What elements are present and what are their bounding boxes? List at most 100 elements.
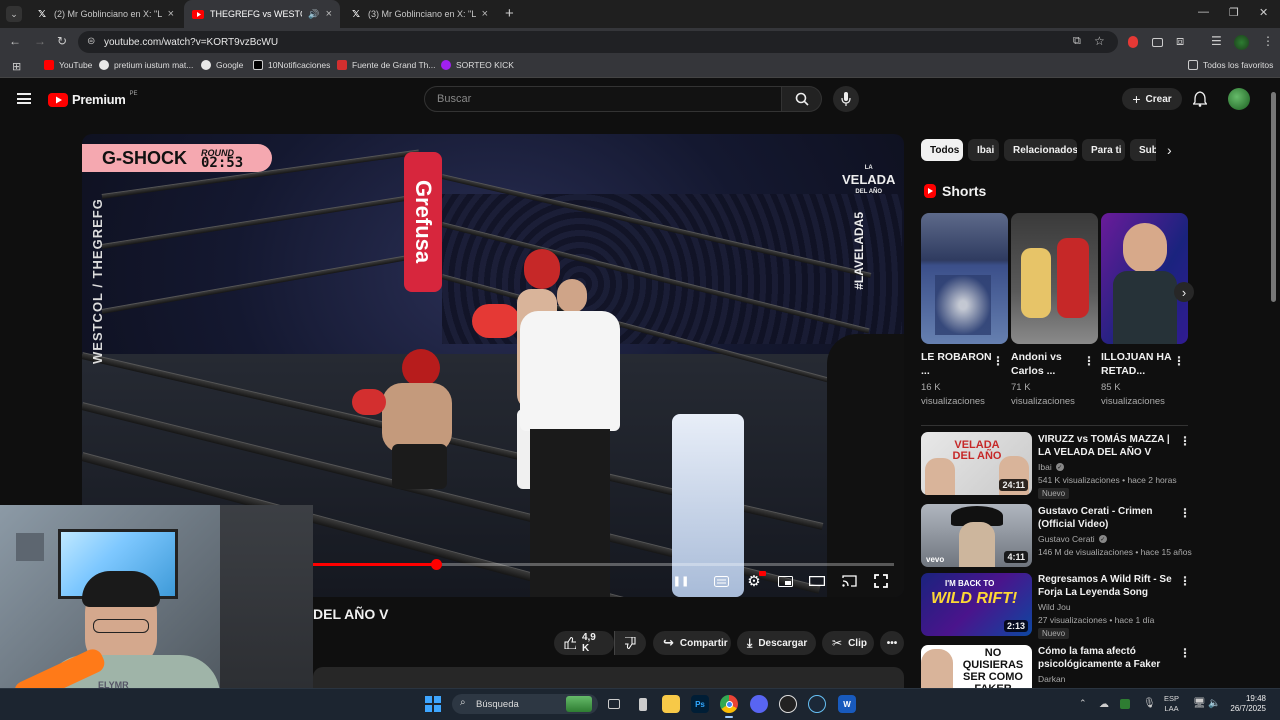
like-button[interactable]: 4,9 K (554, 631, 614, 655)
back-icon[interactable]: ← (9, 34, 21, 48)
video-menu-icon[interactable]: ⋮ (1179, 646, 1191, 660)
forward-icon[interactable]: → (34, 34, 46, 48)
bookmark-pretium[interactable]: pretium iustum mat... (99, 60, 193, 70)
short-thumbnail[interactable] (1011, 213, 1098, 344)
pause-icon[interactable]: ❚❚ (672, 573, 690, 589)
theater-mode-icon[interactable] (808, 573, 826, 589)
bookmark-sorteo-kick[interactable]: SORTEO KICK (441, 60, 514, 70)
voice-search-button[interactable] (833, 86, 859, 112)
subtitles-icon[interactable] (712, 573, 730, 589)
shorts-next-button[interactable]: › (1174, 282, 1194, 302)
steam-icon[interactable] (808, 695, 826, 713)
short-thumbnail[interactable] (921, 213, 1008, 344)
search-input[interactable]: Buscar (424, 86, 782, 112)
browser-menu-icon[interactable]: ⋮ (1262, 34, 1274, 48)
close-icon[interactable]: × (168, 8, 174, 20)
scrollbar-thumb[interactable] (1271, 92, 1276, 302)
video-thumbnail[interactable]: vevo 4:11 (921, 504, 1032, 567)
youtube-premium-logo[interactable]: Premium PE (48, 91, 138, 107)
onedrive-icon[interactable]: ☁ (1099, 699, 1109, 710)
video-menu-icon[interactable]: ⋮ (1179, 574, 1191, 588)
fullscreen-icon[interactable] (872, 573, 890, 589)
volume-icon[interactable]: 🔈 (1208, 698, 1220, 709)
taskbar-search-input[interactable]: ⌕ Búsqueda (452, 694, 598, 714)
speaker-icon[interactable]: 🔊 (308, 9, 319, 20)
task-view-icon[interactable] (605, 695, 623, 713)
media-controls-icon[interactable]: ☰ (1211, 34, 1222, 48)
notifications-bell-icon[interactable] (1192, 91, 1208, 112)
video-thumbnail[interactable]: I'M BACK TO WILD RIFT! 2:13 (921, 573, 1032, 636)
miniplayer-icon[interactable] (776, 573, 794, 589)
security-shield-icon[interactable] (1120, 699, 1130, 709)
profile-avatar[interactable] (1234, 35, 1249, 50)
close-icon[interactable]: × (326, 8, 332, 20)
user-avatar[interactable] (1228, 88, 1250, 110)
window-close-icon[interactable]: ✕ (1259, 6, 1268, 19)
progress-scrubber[interactable] (430, 559, 442, 570)
reload-icon[interactable]: ↻ (57, 34, 67, 48)
share-button[interactable]: ↪ Compartir (653, 631, 731, 655)
network-icon[interactable]: 🖥 (1193, 698, 1206, 709)
tab-2[interactable]: THEGREFG vs WESTCOL | LA 🔊 × (184, 0, 340, 28)
channel-name[interactable]: Gustavo Cerati ✓ (1038, 534, 1107, 544)
url-input[interactable]: ⊜ youtube.com/watch?v=KORT9vzBcWU ⧉ ☆ (78, 31, 1118, 53)
tray-overflow-icon[interactable]: ⌃ (1079, 698, 1087, 709)
tab-3[interactable]: 𝕏 (3) Mr Goblinciano en X: "Le sa × (342, 0, 496, 28)
obs-icon[interactable] (779, 695, 797, 713)
video-menu-icon[interactable]: ⋮ (1179, 434, 1191, 448)
video-title[interactable]: Cómo la fama afectó psicológicamente a F… (1038, 645, 1176, 671)
short-thumbnail[interactable] (1101, 213, 1188, 344)
search-button[interactable] (782, 86, 822, 112)
description-box[interactable] (313, 667, 904, 688)
new-tab-button[interactable]: + (505, 5, 514, 22)
channel-name[interactable]: Darkan (1038, 674, 1065, 684)
photoshop-icon[interactable]: Ps (691, 695, 709, 713)
chip-sub[interactable]: Sub (1130, 139, 1156, 161)
tab-search-chevron-icon[interactable]: ⌄ (6, 6, 22, 22)
video-thumbnail[interactable]: VELADA DEL AÑO 24:11 (921, 432, 1032, 495)
dislike-button[interactable] (614, 631, 646, 655)
short-title[interactable]: LE ROBARON ... (921, 350, 993, 378)
extensions-puzzle-icon[interactable]: ⧈ (1176, 33, 1184, 49)
apps-grid-icon[interactable]: ⊞ (12, 60, 21, 73)
bookmark-google[interactable]: Google (201, 60, 243, 70)
short-title[interactable]: Andoni vs Carlos ... (1011, 350, 1083, 378)
download-button[interactable]: ⤓ Descargar (737, 631, 816, 655)
video-progress-bar[interactable] (230, 559, 894, 570)
discord-icon[interactable] (750, 695, 768, 713)
microphone-tray-icon[interactable]: 🎙 (1143, 698, 1156, 709)
page-scrollbar[interactable] (1270, 80, 1278, 680)
language-indicator[interactable]: ESP LAA (1164, 694, 1179, 714)
more-actions-button[interactable]: ••• (880, 631, 904, 655)
short-menu-icon[interactable]: ⋮ (1083, 354, 1095, 368)
bookmark-grand-theft[interactable]: Fuente de Grand Th... (337, 60, 435, 70)
extension-box-icon[interactable] (1152, 38, 1163, 47)
clock[interactable]: 19:48 26/7/2025 (1226, 694, 1266, 714)
chip-para-ti[interactable]: Para ti (1082, 139, 1125, 161)
video-thumbnail[interactable]: NO QUISIERAS SER COMO FAKER (921, 645, 1032, 688)
short-menu-icon[interactable]: ⋮ (992, 354, 1004, 368)
chrome-icon[interactable] (720, 695, 738, 713)
video-title[interactable]: Regresamos A Wild Rift - Se Forja La Ley… (1038, 573, 1176, 599)
cast-icon[interactable] (840, 573, 858, 589)
tab-1[interactable]: 𝕏 (2) Mr Goblinciano en X: "Le sa × (28, 0, 182, 28)
chips-next-chevron-icon[interactable]: › (1167, 142, 1172, 158)
channel-name[interactable]: Wild Jou (1038, 602, 1071, 612)
short-menu-icon[interactable]: ⋮ (1173, 354, 1185, 368)
site-info-icon[interactable]: ⊜ (87, 36, 95, 47)
chip-ibai[interactable]: Ibai (968, 139, 999, 161)
close-icon[interactable]: × (482, 8, 488, 20)
video-title[interactable]: VIRUZZ vs TOMÁS MAZZA | LA VELADA DEL AÑ… (1038, 433, 1176, 459)
bookmark-star-icon[interactable]: ☆ (1094, 34, 1105, 48)
bookmark-youtube[interactable]: YouTube (44, 60, 92, 70)
install-icon[interactable]: ⧉ (1073, 35, 1081, 48)
video-title[interactable]: Gustavo Cerati - Crimen (Official Video) (1038, 505, 1176, 531)
create-button[interactable]: + Crear (1122, 88, 1182, 110)
all-bookmarks-folder[interactable]: Todos los favoritos (1188, 60, 1273, 70)
short-title[interactable]: ILLOJUAN HA RETAD... (1101, 350, 1173, 378)
channel-name[interactable]: Ibai ✓ (1038, 462, 1064, 472)
word-icon[interactable]: W (838, 695, 856, 713)
file-explorer-icon[interactable] (662, 695, 680, 713)
video-menu-icon[interactable]: ⋮ (1179, 506, 1191, 520)
bookmark-notificaciones[interactable]: 10Notificaciones (253, 60, 330, 70)
